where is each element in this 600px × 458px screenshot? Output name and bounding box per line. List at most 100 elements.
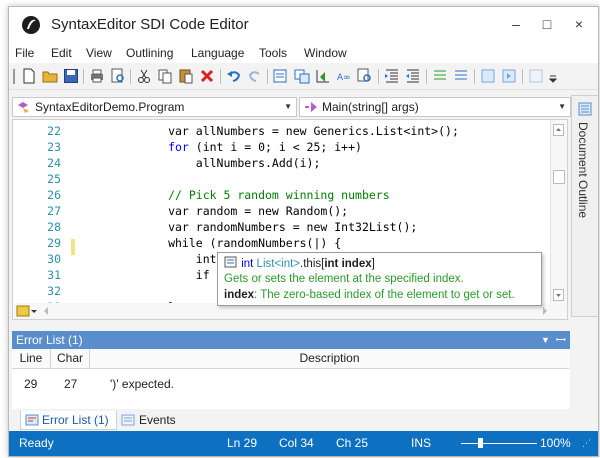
code-token: for [85, 140, 196, 154]
code-line[interactable]: 28 var randomNumbers = new Int32List(); [13, 219, 553, 235]
menu-view[interactable]: View [86, 46, 112, 60]
code-text: allNumbers.Add(i); [85, 155, 321, 171]
error-line-cell: 29 [24, 377, 38, 391]
outdent-icon[interactable] [405, 68, 421, 84]
delete-icon[interactable] [199, 68, 215, 84]
case-icon[interactable]: A∞ [336, 68, 352, 84]
error-list-grid: Line Char Description 29 27 ')' expected… [12, 349, 570, 409]
code-text: // Pick 5 random winning numbers [85, 187, 390, 203]
vertical-scrollbar[interactable] [550, 120, 567, 304]
new-file-icon[interactable] [21, 68, 37, 84]
find-next-icon[interactable] [357, 68, 373, 84]
class-icon [18, 102, 29, 113]
save-icon[interactable] [63, 68, 79, 84]
parameter-info-tooltip: int List<int>.this[int index] Gets or se… [217, 252, 542, 306]
column-header-description[interactable]: Description [90, 349, 569, 369]
toolbar-grip[interactable] [13, 69, 15, 84]
status-ready: Ready [19, 436, 54, 450]
line-number: 30 [47, 252, 61, 266]
code-text: while (randomNumbers(|) { [85, 235, 341, 251]
toolbar-separator [130, 69, 131, 84]
print-icon[interactable] [89, 68, 105, 84]
code-token: int [85, 252, 217, 266]
tooltip-return-type: int [241, 258, 257, 270]
line-number: 28 [47, 220, 61, 234]
toolbar-separator [220, 69, 221, 84]
toolbar-separator [426, 69, 427, 84]
scroll-left-icon[interactable] [42, 306, 50, 316]
indent-icon[interactable] [384, 68, 400, 84]
menu-tools[interactable]: Tools [259, 46, 287, 60]
code-token: // Pick 5 random winning numbers [85, 188, 390, 202]
type-combo[interactable]: SyntaxEditorDemo.Program ▼ [12, 97, 297, 117]
svg-text:A∞: A∞ [337, 73, 351, 83]
print-preview-icon[interactable] [110, 68, 126, 84]
code-line[interactable]: 26 // Pick 5 random winning numbers [13, 187, 553, 203]
code-text: int [85, 251, 217, 267]
code-line[interactable]: 27 var random = new Random(); [13, 203, 553, 219]
toolbar-overflow-icon[interactable] [549, 68, 557, 84]
panel-menu-icon[interactable]: ▼ [541, 331, 550, 349]
chevron-down-icon: ▼ [558, 102, 566, 111]
resize-grip-icon[interactable]: ⋰ [582, 431, 591, 456]
code-token: if [85, 268, 210, 282]
code-line[interactable]: 25 [13, 171, 553, 187]
menu-window[interactable]: Window [304, 46, 347, 60]
tab-events[interactable]: Events [118, 411, 188, 429]
minimize-button[interactable]: – [502, 13, 530, 35]
scroll-right-icon[interactable] [541, 306, 549, 316]
column-header-line[interactable]: Line [12, 349, 51, 369]
undo-icon[interactable] [226, 68, 242, 84]
zoom-slider[interactable] [461, 438, 537, 448]
code-token: (int i = 0; i < 25; i++) [195, 140, 362, 154]
member-combo-label: Main(string[] args) [322, 100, 419, 114]
navigation-bar: SyntaxEditorDemo.Program ▼ Main(string[]… [12, 97, 571, 117]
redo-icon[interactable] [247, 68, 263, 84]
close-button[interactable]: × [565, 13, 593, 35]
code-line[interactable]: 24 allNumbers.Add(i); [13, 155, 553, 171]
replace-icon[interactable] [294, 68, 310, 84]
code-line[interactable]: 22 var allNumbers = new Generics.List<in… [13, 123, 553, 139]
comment-icon[interactable] [432, 68, 448, 84]
find-icon[interactable] [273, 68, 289, 84]
toolbar: A∞ [9, 64, 598, 90]
bookmark-icon[interactable] [480, 68, 496, 84]
type-combo-label: SyntaxEditorDemo.Program [35, 100, 185, 114]
column-header-char[interactable]: Char [51, 349, 90, 369]
pin-icon[interactable]: ꟷ [556, 331, 566, 349]
status-column: Col 34 [279, 436, 314, 450]
code-line[interactable]: 23 for (int i = 0; i < 25; i++) [13, 139, 553, 155]
status-zoom: 100% [540, 436, 571, 450]
paste-icon[interactable] [178, 68, 194, 84]
code-token: var random = new Random(); [85, 204, 349, 218]
tab-error-list[interactable]: Error List (1) [20, 411, 117, 430]
error-list-header: Error List (1) ▼ ꟷ [12, 331, 570, 349]
uncomment-icon[interactable] [453, 68, 469, 84]
bookmark-next-icon[interactable] [501, 68, 517, 84]
line-number: 32 [47, 284, 61, 298]
menu-edit[interactable]: Edit [51, 46, 72, 60]
zoom-slider-thumb[interactable] [478, 438, 483, 448]
scroll-up-icon[interactable] [553, 124, 564, 136]
document-outline-tab[interactable]: Document Outline [571, 95, 598, 317]
cut-icon[interactable] [136, 68, 152, 84]
code-token: var randomNumbers = new Int32List(); [85, 220, 418, 234]
member-combo[interactable]: Main(string[] args) ▼ [299, 97, 571, 117]
maximize-button[interactable]: □ [533, 13, 561, 35]
tooltip-type: List<int> [256, 258, 301, 270]
changed-line-marker [71, 239, 75, 255]
menu-outlining[interactable]: Outlining [126, 46, 173, 60]
copy-icon[interactable] [157, 68, 173, 84]
more-icon[interactable] [528, 68, 544, 84]
menu-language[interactable]: Language [191, 46, 244, 60]
open-folder-icon[interactable] [42, 68, 58, 84]
code-text: var allNumbers = new Generics.List<int>(… [85, 123, 459, 139]
scrollbar-thumb[interactable] [553, 170, 565, 184]
code-line[interactable]: 29 while (randomNumbers(|) { [13, 235, 553, 251]
scroll-down-icon[interactable] [553, 289, 564, 301]
method-icon [305, 102, 317, 112]
menu-file[interactable]: File [15, 46, 34, 60]
bookmark-margin-icon[interactable] [16, 305, 38, 317]
tooltip-param-name: index [224, 289, 255, 301]
goto-icon[interactable] [315, 68, 331, 84]
